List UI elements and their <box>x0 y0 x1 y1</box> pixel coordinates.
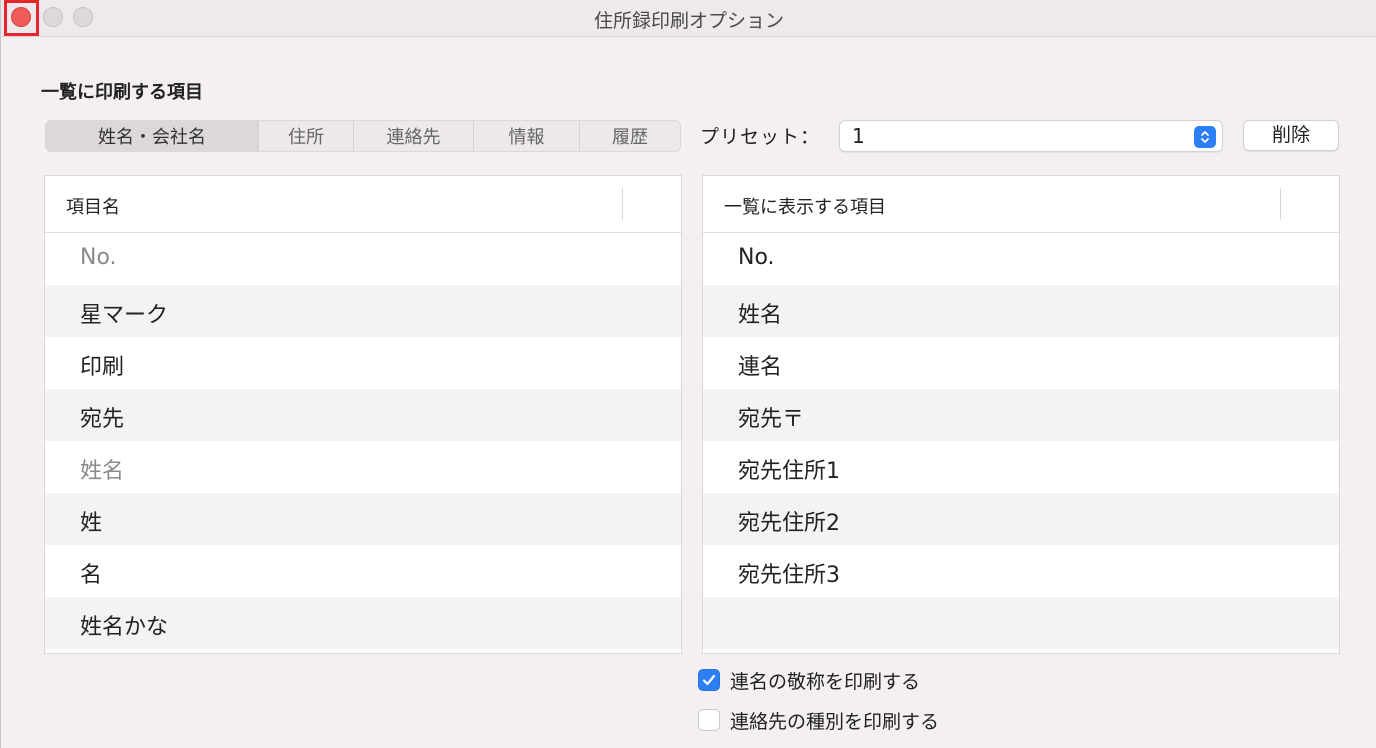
updown-chevron-icon <box>1194 126 1216 148</box>
checkmark-icon <box>702 674 716 686</box>
title-bar: 住所録印刷オプション <box>1 0 1376 37</box>
checkbox-unchecked[interactable] <box>698 709 720 731</box>
delete-button[interactable]: 削除 <box>1243 120 1339 151</box>
column-header-item-name[interactable]: 項目名 <box>66 193 120 219</box>
table-row[interactable]: 姓名 <box>703 285 1339 337</box>
tab-name-company[interactable]: 姓名・会社名 <box>46 121 258 151</box>
table-row[interactable]: 宛先〒 <box>703 389 1339 441</box>
checkbox-label: 連絡先の種別を印刷する <box>730 710 940 733</box>
row-label: 姓名 <box>80 459 125 484</box>
row-label: 宛先住所2 <box>738 511 840 536</box>
row-label: 名 <box>80 563 103 588</box>
row-label: 印刷 <box>80 355 125 380</box>
row-label: 宛先 <box>80 407 125 432</box>
preset-label: プリセット： <box>700 126 821 148</box>
preset-select[interactable]: 1 <box>839 120 1223 152</box>
column-header-display-items[interactable]: 一覧に表示する項目 <box>724 193 886 219</box>
column-divider <box>1280 188 1281 220</box>
table-row[interactable]: 印刷 <box>45 337 681 389</box>
selected-items-table: 一覧に表示する項目 No. 姓名 連名 宛先〒 宛先住所1 宛先住所2 宛先住所… <box>702 175 1340 654</box>
checkbox-label: 連名の敬称を印刷する <box>730 670 921 693</box>
category-tabs: 姓名・会社名 住所 連絡先 情報 履歴 <box>45 120 681 152</box>
print-options-window: 住所録印刷オプション 一覧に印刷する項目 姓名・会社名 住所 連絡先 情報 履歴… <box>0 0 1376 748</box>
table-header: 項目名 <box>45 176 681 233</box>
row-label: 宛先〒 <box>738 407 805 432</box>
section-title: 一覧に印刷する項目 <box>41 82 203 103</box>
table-row[interactable]: 宛先住所1 <box>703 441 1339 493</box>
row-label: 姓 <box>80 511 103 536</box>
checkbox-checked[interactable] <box>698 669 720 691</box>
tab-info[interactable]: 情報 <box>473 121 579 151</box>
table-row-empty[interactable] <box>703 597 1339 649</box>
row-label: 星マーク <box>80 303 169 328</box>
row-label: 姓名 <box>738 303 783 328</box>
row-label: 連名 <box>738 355 783 380</box>
option-print-joint-honorific[interactable]: 連名の敬称を印刷する <box>698 667 920 693</box>
table-row[interactable]: 名 <box>45 545 681 597</box>
table-row[interactable]: 宛先住所2 <box>703 493 1339 545</box>
row-label: 宛先住所1 <box>738 459 840 484</box>
tab-address[interactable]: 住所 <box>258 121 353 151</box>
table-row[interactable]: No. <box>703 233 1339 285</box>
table-header: 一覧に表示する項目 <box>703 176 1339 233</box>
window-title: 住所録印刷オプション <box>593 10 784 32</box>
row-label: No. <box>738 245 775 270</box>
table-row[interactable]: 姓 <box>45 493 681 545</box>
preset-value: 1 <box>852 124 865 148</box>
row-label: 姓名かな <box>80 615 169 640</box>
table-row[interactable]: 連名 <box>703 337 1339 389</box>
table-row[interactable]: No. <box>45 233 681 285</box>
row-label: 宛先住所3 <box>738 563 840 588</box>
tab-history[interactable]: 履歴 <box>579 121 680 151</box>
table-row[interactable]: 姓名 <box>45 441 681 493</box>
table-row[interactable]: 星マーク <box>45 285 681 337</box>
tab-contact[interactable]: 連絡先 <box>353 121 473 151</box>
table-row[interactable]: 宛先住所3 <box>703 545 1339 597</box>
table-row[interactable]: 宛先 <box>45 389 681 441</box>
available-items-table: 項目名 No. 星マーク 印刷 宛先 姓名 姓 名 姓名かな <box>44 175 682 654</box>
option-print-contact-type[interactable]: 連絡先の種別を印刷する <box>698 707 939 733</box>
column-divider <box>622 188 623 220</box>
table-row[interactable]: 姓名かな <box>45 597 681 649</box>
row-label: No. <box>80 245 117 270</box>
